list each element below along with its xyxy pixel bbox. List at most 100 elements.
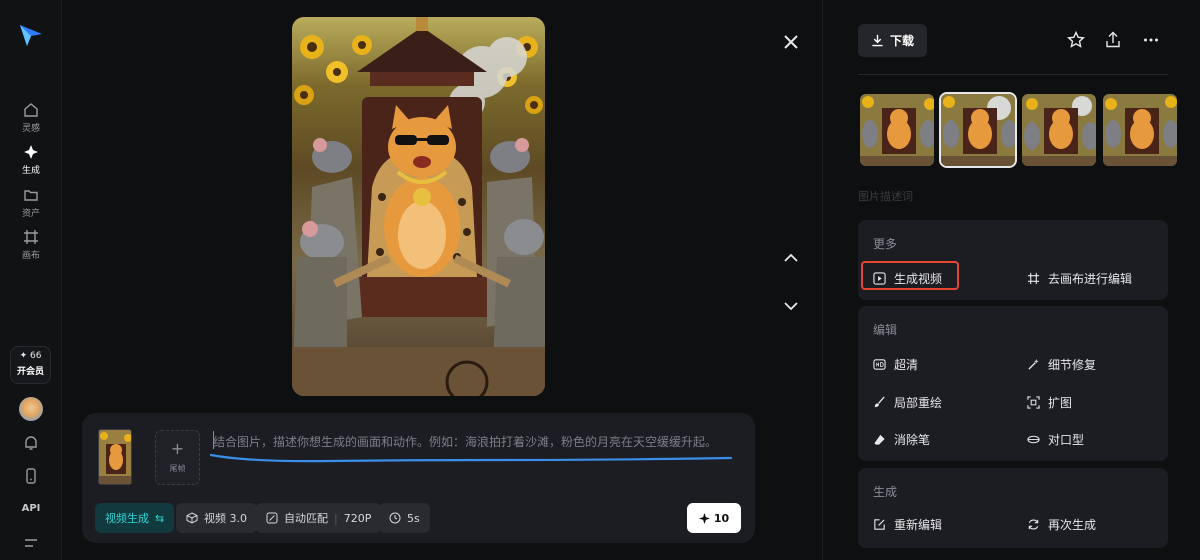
- inpaint-button[interactable]: 局部重绘: [873, 394, 942, 411]
- reference-image: [99, 430, 131, 484]
- prompt-composer: + 尾帧 结合图片，描述你想生成的画面和动作。例如：海浪拍打着沙滩，粉色的月亮在…: [82, 413, 755, 543]
- generated-image[interactable]: [292, 17, 545, 396]
- variant-image: [860, 94, 934, 166]
- right-panel: 下载 图片描述词 更多 生成视频 去画布进行编辑 编辑 超清 细节修复 局部重绘…: [822, 0, 1200, 560]
- eraser-button[interactable]: 消除笔: [873, 431, 930, 448]
- variant-thumbnail[interactable]: [1020, 92, 1098, 168]
- re-edit-icon: [874, 519, 885, 530]
- reference-image-thumbnail[interactable]: [98, 429, 132, 485]
- variant-image: [1103, 94, 1177, 166]
- lip-sync-button[interactable]: 对口型: [1027, 431, 1084, 448]
- variant-image: [941, 94, 1015, 166]
- upscale-hd-button[interactable]: 超清: [873, 356, 918, 373]
- red-highlight-annotation: [861, 261, 959, 290]
- avatar[interactable]: [19, 397, 43, 421]
- regenerate-button[interactable]: 再次生成: [1027, 516, 1096, 533]
- variant-image: [1022, 94, 1096, 166]
- action-label: 去画布进行编辑: [1048, 272, 1133, 286]
- lips-icon: [1027, 435, 1040, 444]
- sidebar-item-canvas[interactable]: 画布: [0, 229, 62, 261]
- vip-label: 开会员: [16, 367, 44, 377]
- sidebar-item-label: 灵感: [21, 124, 40, 134]
- card-title: 更多: [873, 237, 898, 251]
- chevron-up-icon[interactable]: [781, 248, 801, 268]
- sidebar-item-assets[interactable]: 资产: [0, 187, 62, 219]
- bell-icon[interactable]: [22, 434, 40, 452]
- canvas-icon: [24, 230, 38, 244]
- detail-repair-button[interactable]: 细节修复: [1027, 356, 1096, 373]
- ratio-label: 自动匹配: [284, 512, 328, 525]
- home-icon: [24, 103, 38, 117]
- prompt-input[interactable]: 结合图片，描述你想生成的画面和动作。例如：海浪拍打着沙滩，粉色的月亮在天空缓缓升…: [213, 433, 717, 450]
- separator: |: [334, 511, 338, 525]
- left-sidebar: 灵感 生成 资产 画布 ✦ 66 开会员 API: [0, 0, 62, 560]
- sidebar-item-label: 资产: [21, 209, 40, 219]
- logo-icon[interactable]: [18, 22, 44, 48]
- sparkle-icon: [24, 145, 38, 159]
- action-label: 细节修复: [1048, 358, 1097, 372]
- sidebar-item-inspiration[interactable]: 灵感: [0, 102, 62, 134]
- text-cursor: [213, 431, 214, 449]
- variant-thumbnails: [858, 92, 1179, 168]
- expand-icon: [1027, 396, 1040, 409]
- sidebar-item-label: 生成: [21, 166, 40, 176]
- variant-thumbnail[interactable]: [858, 92, 936, 168]
- edit-on-canvas-button[interactable]: 去画布进行编辑: [1027, 270, 1132, 287]
- edit-actions-card: 编辑 超清 细节修复 局部重绘 扩图 消除笔 对口型: [858, 306, 1168, 461]
- api-link[interactable]: API: [0, 503, 62, 514]
- cat-sedan-illustration: [292, 17, 545, 396]
- action-label: 超清: [894, 358, 919, 372]
- sidebar-item-label: 画布: [21, 251, 40, 261]
- magic-wand-icon: [1028, 358, 1039, 370]
- mode-select-video-generation[interactable]: 视频生成 ⇆: [95, 503, 175, 533]
- model-select[interactable]: 视频 3.0: [176, 503, 257, 533]
- more-icon[interactable]: [1142, 31, 1160, 49]
- cube-icon: [186, 512, 198, 524]
- share-icon[interactable]: [1104, 31, 1122, 49]
- action-label: 重新编辑: [894, 518, 943, 532]
- divider: [858, 74, 1168, 75]
- action-label: 扩图: [1048, 396, 1073, 410]
- aspect-ratio-icon: [266, 512, 278, 524]
- add-tail-frame-button[interactable]: + 尾帧: [155, 430, 200, 485]
- brush-icon: [874, 396, 885, 408]
- close-icon[interactable]: [781, 32, 801, 52]
- generate-actions-card: 生成 重新编辑 再次生成: [858, 468, 1168, 548]
- sidebar-item-generate[interactable]: 生成: [0, 144, 62, 176]
- menu-icon[interactable]: [22, 537, 40, 551]
- clock-icon: [389, 512, 401, 524]
- card-title: 生成: [873, 485, 898, 499]
- ratio-resolution-select[interactable]: 自动匹配 | 720P: [256, 503, 382, 533]
- duration-label: 5s: [407, 511, 420, 525]
- re-edit-button[interactable]: 重新编辑: [873, 516, 942, 533]
- download-icon: [872, 34, 883, 47]
- card-title: 编辑: [873, 323, 898, 337]
- canvas-icon: [1027, 272, 1040, 285]
- variant-thumbnail[interactable]: [1101, 92, 1179, 168]
- vip-credits-button[interactable]: ✦ 66 开会员: [10, 346, 51, 384]
- generate-button[interactable]: 10: [687, 503, 741, 533]
- regenerate-icon: [1028, 519, 1039, 530]
- swap-icon: ⇆: [155, 511, 165, 525]
- hd-icon: [873, 359, 886, 370]
- blue-underline-annotation: [209, 453, 733, 463]
- eraser-icon: [874, 434, 885, 445]
- mode-label: 视频生成: [105, 512, 149, 525]
- chevron-down-icon[interactable]: [781, 296, 801, 316]
- action-label: 对口型: [1048, 433, 1085, 447]
- download-button[interactable]: 下载: [858, 24, 927, 57]
- variant-thumbnail-selected[interactable]: [939, 92, 1017, 168]
- download-label: 下载: [889, 34, 914, 48]
- sparkle-icon: [698, 512, 710, 524]
- tail-frame-label: 尾帧: [169, 464, 186, 473]
- image-description-label: 图片描述词: [858, 190, 913, 203]
- action-label: 再次生成: [1048, 518, 1097, 532]
- outpaint-expand-button[interactable]: 扩图: [1027, 394, 1072, 411]
- star-icon[interactable]: [1067, 31, 1085, 49]
- duration-select[interactable]: 5s: [379, 503, 430, 533]
- mobile-icon[interactable]: [22, 467, 40, 485]
- credits-count: ✦ 66: [19, 351, 42, 361]
- action-label: 消除笔: [894, 433, 931, 447]
- model-label: 视频 3.0: [204, 512, 247, 525]
- plus-icon: +: [170, 439, 185, 458]
